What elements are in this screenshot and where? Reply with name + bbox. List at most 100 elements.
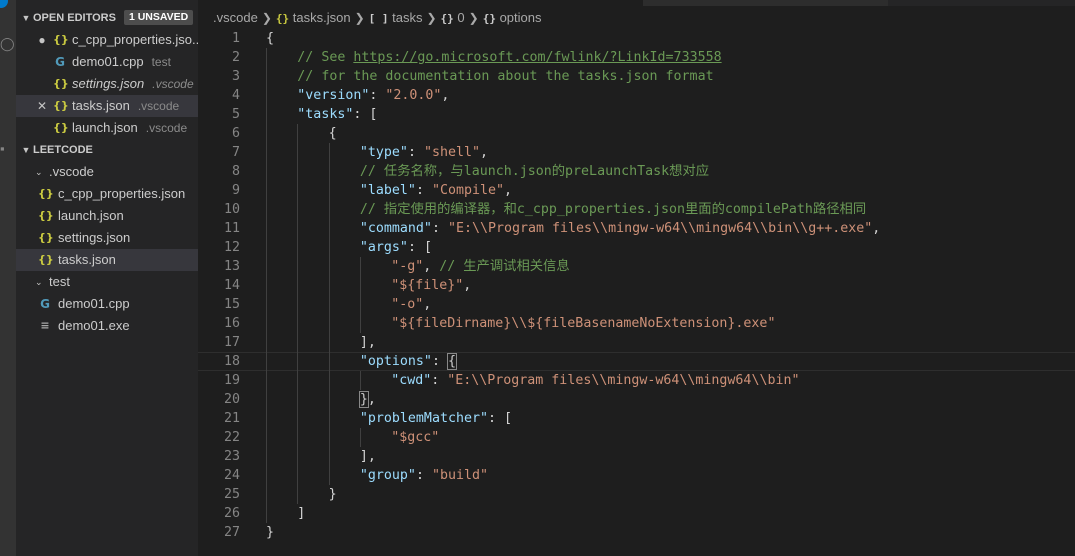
chevron-down-icon: ▼ bbox=[21, 145, 31, 155]
open-editor-item[interactable]: {} settings.json .vscode bbox=[16, 73, 198, 95]
code-line[interactable]: 3 // for the documentation about the task… bbox=[198, 67, 1075, 86]
json-key: "version" bbox=[297, 88, 370, 103]
punctuation: } bbox=[328, 487, 337, 502]
unsaved-dot-icon[interactable]: ● bbox=[36, 29, 48, 51]
breadcrumb-item[interactable]: 0 bbox=[457, 10, 464, 25]
file-name: launch.json bbox=[58, 208, 124, 223]
code-text: ], bbox=[360, 333, 376, 352]
code-text: "${file}", bbox=[391, 276, 471, 295]
line-number: 16 bbox=[223, 316, 240, 331]
code-line[interactable]: 2 // See https://go.microsoft.com/fwlink/… bbox=[198, 48, 1075, 67]
punctuation: : bbox=[369, 88, 386, 103]
code-line[interactable]: 22 "$gcc" bbox=[198, 428, 1075, 447]
punctuation: : [ bbox=[407, 240, 432, 255]
string-value: "build" bbox=[431, 468, 488, 483]
file-item[interactable]: {} settings.json bbox=[16, 227, 198, 249]
code-text: ] bbox=[297, 504, 305, 523]
braces-icon: {} bbox=[53, 121, 69, 134]
line-number: 22 bbox=[223, 430, 240, 445]
folder-item[interactable]: ⌄ .vscode bbox=[16, 161, 198, 183]
code-line[interactable]: 25} bbox=[198, 485, 1075, 504]
open-editor-item[interactable]: G demo01.cpp test bbox=[16, 51, 198, 73]
code-line[interactable]: 23], bbox=[198, 447, 1075, 466]
file-item[interactable]: G demo01.cpp bbox=[16, 293, 198, 315]
code-line[interactable]: 1{ bbox=[198, 29, 1075, 48]
indent-guide bbox=[359, 276, 361, 295]
code-line[interactable]: 15 "-o", bbox=[198, 295, 1075, 314]
file-item[interactable]: {} launch.json bbox=[16, 205, 198, 227]
file-item[interactable]: ≡ demo01.exe bbox=[16, 315, 198, 337]
chevron-right-icon: ❯ bbox=[468, 11, 479, 25]
line-number: 13 bbox=[223, 259, 240, 274]
close-icon[interactable]: ✕ bbox=[36, 95, 48, 117]
binary-file-icon: ≡ bbox=[40, 319, 50, 332]
code-line[interactable]: 8 // 任务名称，与launch.json的preLaunchTask想对应 bbox=[198, 162, 1075, 181]
indent-guide bbox=[297, 371, 299, 390]
string-value: "E:\\Program files\\mingw-w64\\mingw64\\… bbox=[447, 221, 873, 236]
code-line[interactable]: 26] bbox=[198, 504, 1075, 523]
open-editor-item[interactable]: {} launch.json .vscode bbox=[16, 117, 198, 139]
code-line[interactable]: 4 "version": "2.0.0", bbox=[198, 86, 1075, 105]
open-editor-item[interactable]: ● {} c_cpp_properties.jso... bbox=[16, 29, 198, 51]
link[interactable]: https://go.microsoft.com/fwlink/?LinkId=… bbox=[353, 50, 721, 65]
breadcrumb-item[interactable]: tasks.json bbox=[293, 10, 351, 25]
code-line[interactable]: 16 "${fileDirname}\\${fileBasenameNoExten… bbox=[198, 314, 1075, 333]
open-editor-item-active[interactable]: ✕ {} tasks.json .vscode bbox=[16, 95, 198, 117]
indent-guide bbox=[266, 276, 267, 295]
code-line[interactable]: 21 "problemMatcher": [ bbox=[198, 409, 1075, 428]
code-line[interactable]: 20}, bbox=[198, 390, 1075, 409]
indent-guide bbox=[297, 295, 299, 314]
code-line[interactable]: 13 "-g", // 生产调试相关信息 bbox=[198, 257, 1075, 276]
json-key: "problemMatcher" bbox=[359, 411, 488, 426]
code-text: // 任务名称，与launch.json的preLaunchTask想对应 bbox=[360, 162, 709, 181]
code-line[interactable]: 9 "label": "Compile", bbox=[198, 181, 1075, 200]
line-number: 17 bbox=[223, 335, 240, 350]
file-folder-desc: .vscode bbox=[137, 99, 180, 113]
code-line[interactable]: 6{ bbox=[198, 124, 1075, 143]
code-text: "options": { bbox=[360, 352, 457, 371]
code-line[interactable]: 24 "group": "build" bbox=[198, 466, 1075, 485]
open-editors-header[interactable]: ▼ OPEN EDITORS 1 UNSAVED bbox=[16, 7, 198, 29]
line-number: 24 bbox=[223, 468, 240, 483]
code-editor[interactable]: .vscode ❯{} tasks.json ❯[ ] tasks ❯{} 0 ❯{} … bbox=[198, 0, 1075, 556]
breadcrumb: .vscode ❯{} tasks.json ❯[ ] tasks ❯{} 0 ❯{} … bbox=[198, 6, 542, 30]
file-name: settings.json bbox=[72, 76, 145, 91]
workspace-title: LEETCODE bbox=[33, 144, 93, 156]
notification-badge[interactable] bbox=[0, 0, 8, 8]
indent-guide bbox=[266, 314, 267, 333]
line-number: 4 bbox=[231, 88, 240, 103]
line-number: 6 bbox=[231, 126, 240, 141]
search-icon[interactable]: ◯ bbox=[0, 33, 16, 55]
file-item[interactable]: {} c_cpp_properties.json bbox=[16, 183, 198, 205]
indent-guide bbox=[328, 352, 330, 371]
folder-item[interactable]: ⌄ test bbox=[16, 271, 198, 293]
workspace-header[interactable]: ▼ LEETCODE bbox=[16, 139, 198, 161]
file-item-selected[interactable]: {} tasks.json bbox=[16, 249, 198, 271]
indent-guide bbox=[266, 333, 267, 352]
breadcrumb-item[interactable]: tasks bbox=[392, 10, 422, 25]
breadcrumb-item[interactable]: .vscode bbox=[213, 10, 258, 25]
code-line[interactable]: 14 "${file}", bbox=[198, 276, 1075, 295]
indent-guide bbox=[359, 428, 361, 447]
code-area[interactable]: 1{2// See https://go.microsoft.com/fwlin… bbox=[198, 29, 1075, 542]
code-line[interactable]: 11 "command": "E:\\Program files\\mingw-w… bbox=[198, 219, 1075, 238]
code-line[interactable]: 17], bbox=[198, 333, 1075, 352]
extensions-icon[interactable]: ▪ bbox=[0, 138, 16, 160]
code-line[interactable]: 7 "type": "shell", bbox=[198, 143, 1075, 162]
indent-guide bbox=[297, 485, 299, 504]
breadcrumb-item[interactable]: options bbox=[500, 10, 542, 25]
indent-guide bbox=[266, 219, 267, 238]
braces-icon: {} bbox=[53, 77, 69, 90]
json-key: "tasks" bbox=[297, 107, 354, 122]
punctuation: ], bbox=[359, 335, 376, 350]
indent-guide bbox=[297, 162, 299, 181]
code-line[interactable]: 19 "cwd": "E:\\Program files\\mingw-w64\\… bbox=[198, 371, 1075, 390]
code-line[interactable]: 27} bbox=[198, 523, 1075, 542]
line-number: 23 bbox=[223, 449, 240, 464]
code-line[interactable]: 18 "options": { bbox=[198, 352, 1075, 371]
code-line[interactable]: 10 // 指定使用的编译器，和c_cpp_properties.json里面的c… bbox=[198, 200, 1075, 219]
code-line[interactable]: 12 "args": [ bbox=[198, 238, 1075, 257]
indent-guide bbox=[266, 181, 267, 200]
code-line[interactable]: 5 "tasks": [ bbox=[198, 105, 1075, 124]
indent-guide bbox=[266, 86, 267, 105]
